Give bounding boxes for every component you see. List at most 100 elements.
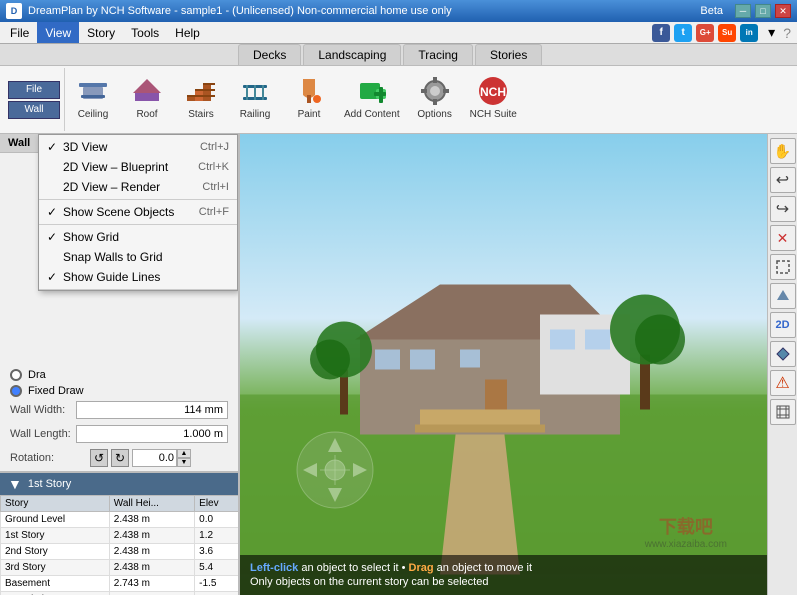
draw-mode-row: Dra bbox=[10, 369, 228, 381]
3d-object-button[interactable] bbox=[770, 341, 796, 367]
rotation-spin: ▲ ▼ bbox=[132, 449, 191, 467]
redo-button[interactable]: ↪ bbox=[770, 196, 796, 222]
select-box-button[interactable] bbox=[770, 254, 796, 280]
table-row[interactable]: 2nd Story 2.438 m 3.6 bbox=[1, 544, 240, 560]
status-line-1: Left-click an object to select it • Drag… bbox=[250, 562, 757, 574]
checkmark-3d: ✓ bbox=[47, 140, 57, 154]
select-text: an object to select it • bbox=[301, 562, 408, 574]
add-content-button[interactable]: Add Content bbox=[337, 68, 407, 126]
paint-button[interactable]: Paint bbox=[283, 68, 335, 126]
table-row[interactable]: Ground Level 2.438 m 0.0 bbox=[1, 512, 240, 528]
fixed-draw-radio[interactable] bbox=[10, 385, 22, 397]
tab-tracing[interactable]: Tracing bbox=[403, 44, 473, 65]
menu-tools[interactable]: Tools bbox=[123, 22, 167, 43]
menu-show-scene[interactable]: ✓ Show Scene Objects Ctrl+F bbox=[39, 202, 237, 222]
rotate-left-button[interactable]: ↺ bbox=[90, 449, 108, 467]
story-name-cell: Ground Level bbox=[1, 512, 110, 528]
menu-help[interactable]: Help bbox=[167, 22, 208, 43]
shortcut-3d: Ctrl+J bbox=[200, 141, 229, 153]
stairs-button[interactable]: Stairs bbox=[175, 68, 227, 126]
wall-tab-btn[interactable]: Wall bbox=[8, 101, 60, 119]
menu-snap-walls[interactable]: Snap Walls to Grid bbox=[39, 247, 237, 267]
rotation-input[interactable] bbox=[132, 449, 177, 467]
file-tab-btn[interactable]: File bbox=[8, 81, 60, 99]
railing-button[interactable]: Railing bbox=[229, 68, 281, 126]
hand-tool-button[interactable]: ✋ bbox=[770, 138, 796, 164]
railing-icon bbox=[239, 75, 271, 107]
beta-label: Beta bbox=[700, 5, 723, 17]
add-content-label: Add Content bbox=[344, 109, 400, 120]
options-label: Options bbox=[417, 109, 451, 120]
story-name-cell: Basement bbox=[1, 576, 110, 592]
menu-2d-render[interactable]: 2D View – Render Ctrl+I bbox=[39, 177, 237, 197]
watermark: 下载吧 www.xiazaiba.com bbox=[645, 513, 727, 550]
wall-length-label: Wall Length: bbox=[10, 428, 76, 440]
menu-view[interactable]: View bbox=[37, 22, 79, 43]
spin-up-button[interactable]: ▲ bbox=[177, 449, 191, 458]
draw-radio[interactable] bbox=[10, 369, 22, 381]
story-table: Story Wall Hei... Elev Ground Level 2.43… bbox=[0, 495, 240, 595]
table-row[interactable]: 1st Story 2.438 m 1.2 bbox=[1, 528, 240, 544]
grid-button[interactable] bbox=[770, 399, 796, 425]
close-button[interactable]: ✕ bbox=[775, 4, 791, 18]
tab-decks[interactable]: Decks bbox=[238, 44, 301, 65]
menu-file[interactable]: File bbox=[2, 22, 37, 43]
undo-button[interactable]: ↩ bbox=[770, 167, 796, 193]
col-elev: Elev bbox=[195, 496, 240, 512]
help-icon[interactable]: ? bbox=[783, 25, 791, 41]
checkmark-scene: ✓ bbox=[47, 205, 57, 219]
toolbar-file-section: File Wall bbox=[4, 68, 65, 131]
options-button[interactable]: Options bbox=[409, 68, 461, 126]
maximize-button[interactable]: □ bbox=[755, 4, 771, 18]
3d-view-area[interactable]: 下载吧 www.xiazaiba.com Left-click an objec… bbox=[240, 134, 767, 595]
minimize-button[interactable]: ─ bbox=[735, 4, 751, 18]
shortcut-scene: Ctrl+F bbox=[199, 206, 229, 218]
railing-label: Railing bbox=[240, 109, 271, 120]
story-collapse-icon[interactable]: ▼ bbox=[8, 476, 22, 492]
wall-width-label: Wall Width: bbox=[10, 404, 76, 416]
wall-width-input[interactable] bbox=[76, 401, 228, 419]
wall-length-input[interactable] bbox=[76, 425, 228, 443]
twitter-icon[interactable]: t bbox=[674, 24, 692, 42]
material-button[interactable] bbox=[770, 283, 796, 309]
col-story: Story bbox=[1, 496, 110, 512]
menu-story[interactable]: Story bbox=[79, 22, 123, 43]
menu-show-guidelines[interactable]: ✓ Show Guide Lines bbox=[39, 267, 237, 287]
nch-suite-button[interactable]: NCH NCH Suite bbox=[463, 68, 524, 126]
spin-down-button[interactable]: ▼ bbox=[177, 458, 191, 467]
delete-button[interactable]: ✕ bbox=[770, 225, 796, 251]
chevron-down-icon[interactable]: ▾ bbox=[768, 24, 775, 41]
tab-stories[interactable]: Stories bbox=[475, 44, 542, 65]
story-scroll-area[interactable]: Story Wall Hei... Elev Ground Level 2.43… bbox=[0, 495, 240, 595]
ceiling-button[interactable]: Ceiling bbox=[67, 68, 119, 126]
table-row[interactable]: 3rd Story 2.438 m 5.4 bbox=[1, 560, 240, 576]
rotate-right-button[interactable]: ↻ bbox=[111, 449, 129, 467]
table-row[interactable]: Basement 2.743 m -1.5 bbox=[1, 576, 240, 592]
rotation-row: Rotation: ↺ ↻ ▲ ▼ bbox=[10, 449, 228, 467]
menu-2d-blueprint[interactable]: 2D View – Blueprint Ctrl+K bbox=[39, 157, 237, 177]
story-panel: ▼ 1st Story Story Wall Hei... Elev Groun… bbox=[0, 471, 240, 595]
linkedin-icon[interactable]: in bbox=[740, 24, 758, 42]
elev-cell: 0.0 bbox=[195, 512, 240, 528]
googleplus-icon[interactable]: G+ bbox=[696, 24, 714, 42]
statusbar: Left-click an object to select it • Drag… bbox=[240, 555, 767, 595]
story-panel-header: ▼ 1st Story bbox=[0, 473, 240, 495]
toolbar: File Wall Ceiling Roof bbox=[0, 66, 797, 134]
navigation-arrows[interactable] bbox=[295, 430, 375, 510]
table-row[interactable]: Foundation 1.219 m 0.0 bbox=[1, 592, 240, 595]
tab-landscaping[interactable]: Landscaping bbox=[303, 44, 401, 65]
elev-cell: 5.4 bbox=[195, 560, 240, 576]
2d-view-button[interactable]: 2D bbox=[770, 312, 796, 338]
checkmark-guidelines: ✓ bbox=[47, 270, 57, 284]
facebook-icon[interactable]: f bbox=[652, 24, 670, 42]
warning-button[interactable]: ⚠ bbox=[770, 370, 796, 396]
view-menu-group-2: ✓ Show Scene Objects Ctrl+F bbox=[39, 200, 237, 225]
wall-width-row: Wall Width: bbox=[10, 401, 228, 419]
story-table-body: Ground Level 2.438 m 0.0 1st Story 2.438… bbox=[1, 512, 240, 595]
menu-show-grid[interactable]: ✓ Show Grid bbox=[39, 227, 237, 247]
menu-3d-view[interactable]: ✓ 3D View Ctrl+J bbox=[39, 137, 237, 157]
wall-height-cell: 2.438 m bbox=[109, 544, 194, 560]
stumbleupon-icon[interactable]: Su bbox=[718, 24, 736, 42]
roof-button[interactable]: Roof bbox=[121, 68, 173, 126]
ceiling-icon bbox=[77, 75, 109, 107]
